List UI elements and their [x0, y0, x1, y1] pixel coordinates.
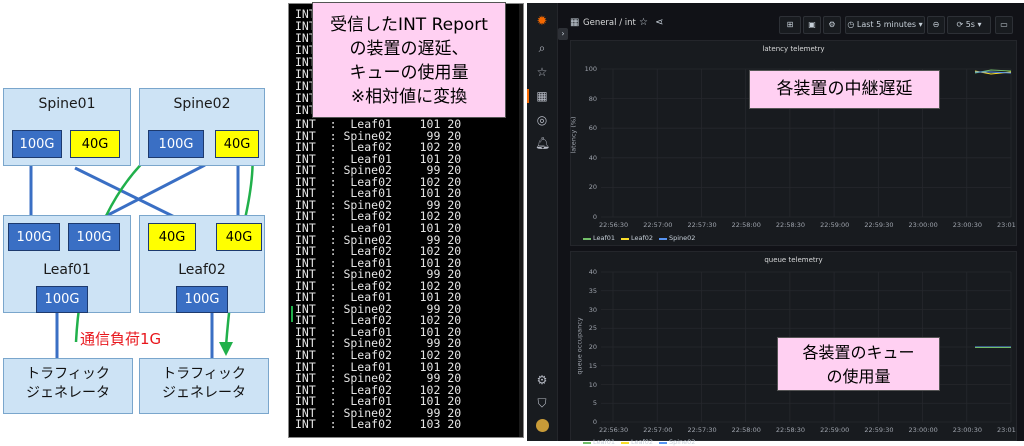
- dashboards-active-marker: [527, 89, 529, 103]
- spine02-label: Spine02: [173, 96, 231, 112]
- leaf02-down-port: 100G: [176, 286, 228, 313]
- traffic-generator-right[interactable]: トラフィック ジェネレータ: [139, 358, 269, 414]
- legend-item[interactable]: Leaf02: [631, 438, 653, 446]
- legend-item[interactable]: Spine02: [669, 234, 695, 242]
- queue-callout-line2: の使用量: [826, 367, 891, 386]
- tv-mode-button[interactable]: ▭: [995, 16, 1013, 34]
- int-report-callout-line3: キューの使用量: [349, 63, 469, 83]
- grafana-sidebar: ✹ ⌕ ☆ ▦ ◎ 🔔︎ ⚙ ⛉: [527, 3, 558, 441]
- traffic-generator-left-line1: トラフィック: [26, 366, 110, 382]
- traffic-generator-right-line1: トラフィック: [162, 366, 246, 382]
- spine01-port-100g: 100G: [12, 130, 62, 158]
- traffic-generator-left[interactable]: トラフィック ジェネレータ: [3, 358, 133, 414]
- spine01-box[interactable]: Spine01 100G 40G: [3, 88, 131, 166]
- refresh-interval: 5s: [965, 20, 975, 29]
- int-report-callout-line2: の装置の遅延、: [349, 39, 469, 59]
- legend-swatch: [659, 238, 667, 240]
- refresh-button[interactable]: ⟳ 5s ▾: [947, 16, 991, 34]
- terminal-scrollbar[interactable]: [519, 4, 523, 437]
- sidebar-expand-button[interactable]: ›: [558, 28, 568, 40]
- explore-icon[interactable]: ◎: [535, 113, 549, 127]
- grafana-window: ✹ ⌕ ☆ ▦ ◎ 🔔︎ ⚙ ⛉ › ▦ General / int ☆ ⋖ ⊞…: [527, 3, 1024, 446]
- add-panel-button[interactable]: ⊞: [779, 16, 801, 34]
- latency-callout: 各装置の中継遅延: [749, 70, 940, 109]
- traffic-arrowhead: [219, 342, 233, 356]
- terminal-line: INT : Leaf02 103 20: [295, 417, 462, 432]
- legend-swatch: [583, 442, 591, 444]
- time-range-picker[interactable]: ◷ Last 5 minutes ▾: [845, 16, 925, 34]
- leaf01-box[interactable]: 100G 100G Leaf01 100G: [3, 215, 131, 313]
- share-icon[interactable]: ⋖: [655, 17, 663, 28]
- leaf02-box[interactable]: 40G 40G Leaf02 100G: [139, 215, 265, 313]
- spine02-port-40g: 40G: [215, 130, 259, 158]
- leaf02-label: Leaf02: [178, 262, 226, 278]
- alerting-icon[interactable]: 🔔︎: [535, 136, 550, 150]
- leaf01-up-port-1: 100G: [8, 223, 60, 251]
- server-admin-icon[interactable]: ⛉: [535, 396, 549, 410]
- int-report-callout-line4: ※相対値に変換: [350, 87, 468, 107]
- zoom-out-button[interactable]: ⊖: [927, 16, 945, 34]
- queue-callout-line1: 各装置のキュー: [802, 343, 915, 362]
- spine02-box[interactable]: Spine02 100G 40G: [139, 88, 265, 166]
- starred-icon[interactable]: ☆: [535, 65, 549, 79]
- legend-swatch: [621, 238, 629, 240]
- leaf01-label: Leaf01: [43, 262, 91, 278]
- refresh-icon: ⟳: [956, 20, 966, 29]
- grafana-logo-icon[interactable]: ✹: [535, 15, 549, 29]
- user-avatar[interactable]: [536, 419, 549, 432]
- time-range-label: Last 5 minutes: [856, 20, 917, 29]
- legend-swatch: [583, 238, 591, 240]
- configuration-icon[interactable]: ⚙: [535, 373, 549, 387]
- leaf02-up-port-1: 40G: [148, 223, 196, 251]
- star-dashboard-icon[interactable]: ☆: [639, 17, 648, 28]
- dashboard-settings-button[interactable]: ⚙: [823, 16, 841, 34]
- network-diagram: Spine01 100G 40G Spine02 100G 40G 100G 1…: [0, 0, 285, 441]
- traffic-generator-right-line2: ジェネレータ: [162, 385, 246, 401]
- legend-item[interactable]: Leaf02: [631, 234, 653, 242]
- leaf01-up-port-2: 100G: [68, 223, 120, 251]
- clock-icon: ◷: [847, 20, 857, 29]
- int-report-callout: 受信したINT Report の装置の遅延、 キューの使用量 ※相対値に変換: [312, 2, 506, 118]
- dashboards-icon[interactable]: ▦: [535, 89, 549, 103]
- save-dashboard-button[interactable]: ▣: [803, 16, 821, 34]
- leaf02-up-port-2: 40G: [216, 223, 262, 251]
- spine02-port-100g: 100G: [148, 130, 204, 158]
- queue-callout: 各装置のキュー の使用量: [777, 337, 940, 391]
- spine01-label: Spine01: [38, 96, 96, 112]
- legend-item[interactable]: Spine02: [669, 438, 695, 446]
- spine01-port-40g: 40G: [70, 130, 120, 158]
- terminal-cursor: [291, 306, 293, 322]
- legend-item[interactable]: Leaf01: [593, 438, 615, 446]
- latency-callout-text: 各装置の中継遅延: [776, 79, 913, 99]
- legend-swatch: [621, 442, 629, 444]
- traffic-load-label: 通信負荷1G: [80, 330, 162, 348]
- legend-item[interactable]: Leaf01: [593, 234, 615, 242]
- traffic-generator-left-line2: ジェネレータ: [26, 385, 110, 401]
- search-icon[interactable]: ⌕: [535, 41, 549, 55]
- breadcrumb[interactable]: General / int: [583, 18, 636, 28]
- dashboard-grid-icon: ▦: [570, 17, 580, 28]
- legend-swatch: [659, 442, 667, 444]
- int-report-callout-line1: 受信したINT Report: [330, 15, 488, 35]
- leaf01-down-port: 100G: [36, 286, 88, 313]
